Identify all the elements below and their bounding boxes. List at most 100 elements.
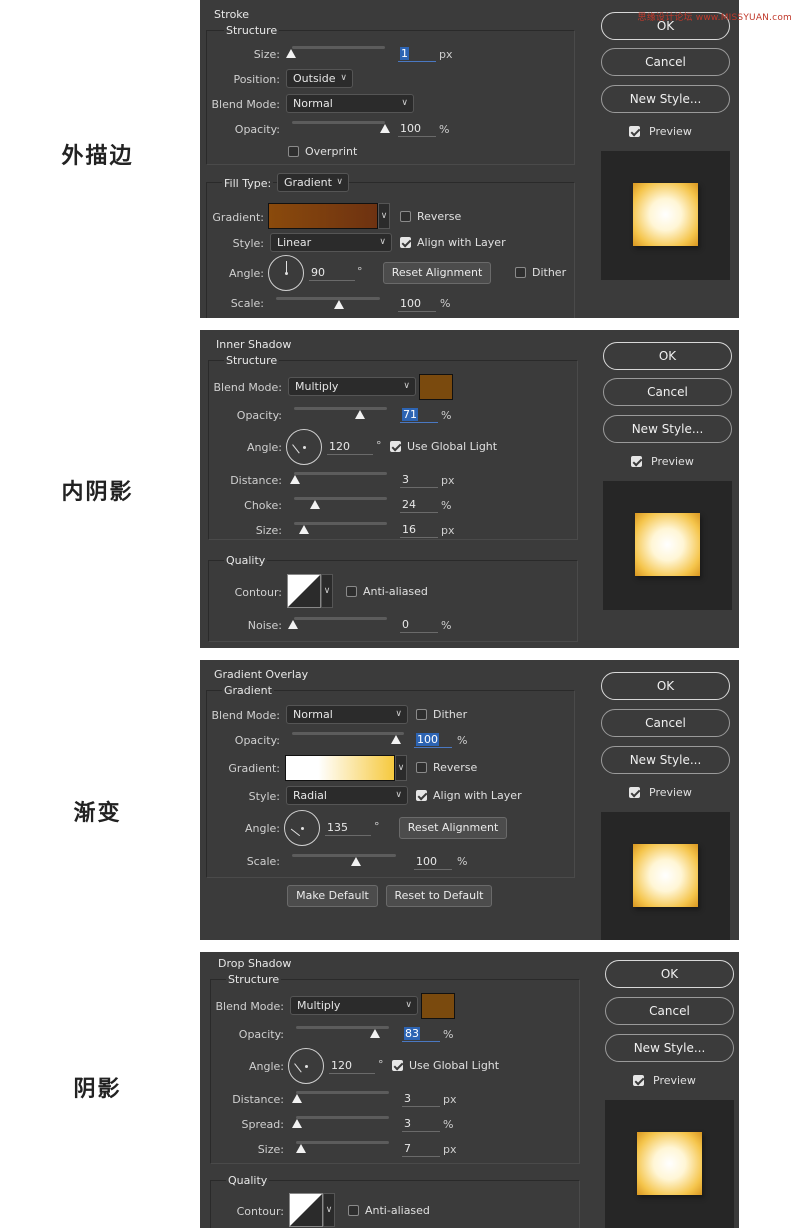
size-slider-thumb[interactable] <box>296 1144 306 1153</box>
contour-dropdown-button[interactable]: ∨ <box>321 574 333 608</box>
choke-slider-thumb[interactable] <box>310 500 320 509</box>
distance-slider[interactable] <box>294 472 387 475</box>
angle-dial[interactable] <box>268 255 304 291</box>
gradient-swatch[interactable] <box>285 755 395 781</box>
choke-slider[interactable] <box>294 497 387 500</box>
angle-dial[interactable] <box>286 429 322 465</box>
reverse-checkbox[interactable] <box>416 762 427 773</box>
size-slider-thumb[interactable] <box>286 49 296 58</box>
scale-field[interactable]: 100 <box>414 854 452 870</box>
blend-mode-select[interactable]: Normal ∨ <box>286 705 408 724</box>
opacity-slider[interactable] <box>292 732 404 735</box>
angle-field[interactable]: 120 <box>327 439 373 455</box>
scale-field[interactable]: 100 <box>398 296 436 312</box>
opacity-slider-thumb[interactable] <box>380 124 390 133</box>
cancel-button[interactable]: Cancel <box>601 709 730 737</box>
blend-mode-select[interactable]: Multiply ∨ <box>290 996 418 1015</box>
contour-dropdown-button[interactable]: ∨ <box>323 1193 335 1227</box>
opacity-slider[interactable] <box>294 407 387 410</box>
align-with-layer-checkbox[interactable] <box>400 237 411 248</box>
preview-checkbox[interactable] <box>629 787 640 798</box>
opacity-field[interactable]: 71 <box>400 407 438 423</box>
size-field[interactable]: 1 <box>398 46 436 62</box>
anti-aliased-checkbox[interactable] <box>348 1205 359 1216</box>
size-field[interactable]: 7 <box>402 1141 440 1157</box>
reset-alignment-button[interactable]: Reset Alignment <box>383 262 491 284</box>
new-style-button[interactable]: New Style... <box>601 746 730 774</box>
reverse-checkbox[interactable] <box>400 211 411 222</box>
preview-checkbox[interactable] <box>629 126 640 137</box>
scale-slider-thumb[interactable] <box>351 857 361 866</box>
opacity-field[interactable]: 100 <box>398 121 436 137</box>
make-default-button[interactable]: Make Default <box>287 885 378 907</box>
ok-button[interactable]: OK <box>605 960 734 988</box>
opacity-slider-thumb[interactable] <box>391 735 401 744</box>
ok-button[interactable]: OK <box>603 342 732 370</box>
dither-checkbox[interactable] <box>515 267 526 278</box>
opacity-slider-thumb[interactable] <box>355 410 365 419</box>
fill-type-select[interactable]: Gradient ∨ <box>277 173 349 192</box>
new-style-button[interactable]: New Style... <box>605 1034 734 1062</box>
angle-field[interactable]: 90 <box>309 265 355 281</box>
opacity-unit: % <box>443 1028 454 1041</box>
size-slider[interactable] <box>292 46 385 49</box>
distance-slider-thumb[interactable] <box>290 475 300 484</box>
distance-slider[interactable] <box>296 1091 389 1094</box>
style-select[interactable]: Linear ∨ <box>270 233 392 252</box>
opacity-field[interactable]: 100 <box>414 732 452 748</box>
spread-slider[interactable] <box>296 1116 389 1119</box>
angle-field[interactable]: 120 <box>329 1058 375 1074</box>
position-select[interactable]: Outside ∨ <box>286 69 353 88</box>
opacity-slider-thumb[interactable] <box>370 1029 380 1038</box>
anti-aliased-checkbox[interactable] <box>346 586 357 597</box>
new-style-button[interactable]: New Style... <box>601 85 730 113</box>
angle-dial[interactable] <box>284 810 320 846</box>
reset-to-default-button[interactable]: Reset to Default <box>386 885 492 907</box>
noise-slider-thumb[interactable] <box>288 620 298 629</box>
angle-field[interactable]: 135 <box>325 820 371 836</box>
size-slider[interactable] <box>296 1141 389 1144</box>
use-global-light-checkbox[interactable] <box>392 1060 403 1071</box>
cancel-button[interactable]: Cancel <box>605 997 734 1025</box>
align-with-layer-checkbox[interactable] <box>416 790 427 801</box>
style-select[interactable]: Radial ∨ <box>286 786 408 805</box>
preview-checkbox[interactable] <box>631 456 642 467</box>
size-field[interactable]: 16 <box>400 522 438 538</box>
angle-dial[interactable] <box>288 1048 324 1084</box>
new-style-button[interactable]: New Style... <box>603 415 732 443</box>
gradient-dropdown-button[interactable]: ∨ <box>378 203 390 229</box>
preview-checkbox[interactable] <box>633 1075 644 1086</box>
spread-slider-thumb[interactable] <box>292 1119 302 1128</box>
distance-field[interactable]: 3 <box>400 472 438 488</box>
shadow-color-swatch[interactable] <box>421 993 455 1019</box>
scale-slider[interactable] <box>292 854 396 857</box>
noise-slider[interactable] <box>294 617 387 620</box>
contour-thumbnail[interactable] <box>289 1193 323 1227</box>
distance-slider-thumb[interactable] <box>292 1094 302 1103</box>
cancel-button[interactable]: Cancel <box>601 48 730 76</box>
cancel-button[interactable]: Cancel <box>603 378 732 406</box>
opacity-slider[interactable] <box>292 121 385 124</box>
use-global-light-checkbox[interactable] <box>390 441 401 452</box>
use-global-light-label: Use Global Light <box>407 440 498 453</box>
ok-button[interactable]: OK <box>601 672 730 700</box>
shadow-color-swatch[interactable] <box>419 374 453 400</box>
contour-thumbnail[interactable] <box>287 574 321 608</box>
blend-mode-select[interactable]: Multiply ∨ <box>288 377 416 396</box>
blend-mode-select[interactable]: Normal ∨ <box>286 94 414 113</box>
gradient-swatch[interactable] <box>268 203 378 229</box>
spread-field[interactable]: 3 <box>402 1116 440 1132</box>
choke-field[interactable]: 24 <box>400 497 438 513</box>
overprint-checkbox[interactable] <box>288 146 299 157</box>
angle-unit: ° <box>378 1058 384 1071</box>
opacity-field[interactable]: 83 <box>402 1026 440 1042</box>
gradient-dropdown-button[interactable]: ∨ <box>395 755 407 781</box>
noise-field[interactable]: 0 <box>400 617 438 633</box>
size-slider-thumb[interactable] <box>299 525 309 534</box>
dither-checkbox[interactable] <box>416 709 427 720</box>
scale-slider[interactable] <box>276 297 380 300</box>
reset-alignment-button[interactable]: Reset Alignment <box>399 817 507 839</box>
align-with-layer-label: Align with Layer <box>433 789 522 802</box>
scale-slider-thumb[interactable] <box>334 300 344 309</box>
distance-field[interactable]: 3 <box>402 1091 440 1107</box>
